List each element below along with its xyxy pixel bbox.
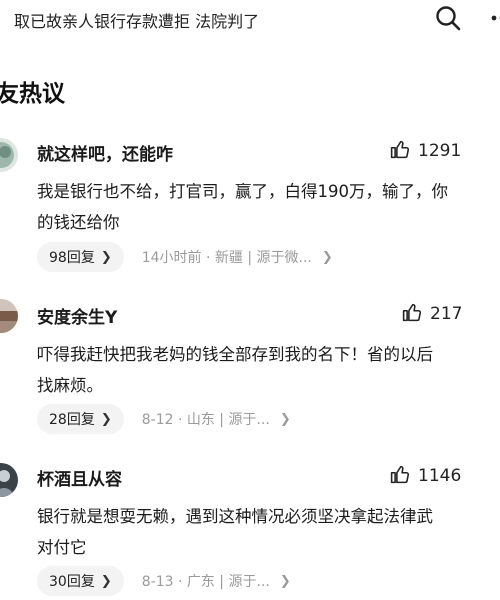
comment-text: 银行就是想耍无赖，遇到这种情况必须坚决拿起法律武 对付它 — [37, 501, 500, 563]
chevron-right-icon: ❯ — [100, 411, 112, 427]
like-count: 217 — [430, 304, 463, 324]
comment-author[interactable]: 杯酒且从容 — [37, 465, 122, 490]
reply-button[interactable]: 28回复 ❯ — [37, 404, 124, 434]
comment-text-line: 找麻烦。 — [37, 376, 103, 395]
thumbs-up-icon — [401, 302, 422, 327]
comment-text-line: 我是银行也不给，打官司，赢了，白得190万，输了，你 — [37, 182, 448, 201]
thumbs-up-icon — [389, 464, 410, 489]
comment-text-line: 对付它 — [37, 538, 87, 557]
comment-text-line: 吓得我赶快把我老妈的钱全部存到我的名下！省的以后 — [37, 345, 433, 364]
comment-meta-text[interactable]: 14小时前 · 新疆 | 源于微... — [142, 247, 312, 267]
comment-meta-text[interactable]: 8-12 · 山东 | 源于... — [142, 409, 270, 429]
like-count: 1291 — [418, 141, 462, 161]
chevron-right-icon: ❯ — [100, 573, 112, 589]
thumbs-up-icon — [389, 139, 410, 164]
chevron-right-icon[interactable]: ❯ — [322, 250, 333, 265]
like-button[interactable]: 1291 — [389, 140, 461, 162]
more-icon[interactable] — [484, 4, 500, 32]
chevron-right-icon[interactable]: ❯ — [280, 412, 291, 427]
comment-text: 吓得我赶快把我老妈的钱全部存到我的名下！省的以后 找麻烦。 — [37, 339, 500, 401]
article-title[interactable]: 取已故亲人银行存款遭拒 法院判了 — [14, 8, 259, 32]
reply-count: 98回复 — [49, 250, 95, 266]
reply-button[interactable]: 98回复 ❯ — [37, 242, 124, 272]
comment-meta: 30回复 ❯ 8-13 · 广东 | 源于... ❯ — [37, 566, 291, 596]
comment-meta: 28回复 ❯ 8-12 · 山东 | 源于... ❯ — [37, 404, 291, 434]
comment-author[interactable]: 就这样吧，还能咋 — [37, 140, 173, 165]
comment-text-line: 的钱还给你 — [37, 213, 120, 232]
comment-meta: 98回复 ❯ 14小时前 · 新疆 | 源于微... ❯ — [37, 242, 333, 272]
reply-button[interactable]: 30回复 ❯ — [37, 566, 124, 596]
avatar[interactable] — [0, 463, 18, 497]
avatar[interactable] — [0, 299, 18, 333]
chevron-right-icon[interactable]: ❯ — [280, 574, 291, 589]
comment-text: 我是银行也不给，打官司，赢了，白得190万，输了，你 的钱还给你 — [37, 176, 500, 238]
like-button[interactable]: 1146 — [389, 465, 461, 487]
chevron-right-icon: ❯ — [100, 249, 112, 265]
like-count: 1146 — [418, 466, 462, 486]
like-button[interactable]: 217 — [401, 303, 462, 325]
reply-count: 28回复 — [49, 412, 95, 428]
comment-author[interactable]: 安度余生Y — [37, 303, 117, 328]
comment-meta-text[interactable]: 8-13 · 广东 | 源于... — [142, 571, 270, 591]
reply-count: 30回复 — [49, 574, 95, 590]
top-bar: 取已故亲人银行存款遭拒 法院判了 — [0, 0, 500, 36]
section-title: 友热议 — [0, 81, 65, 107]
avatar[interactable] — [0, 138, 18, 172]
search-icon[interactable] — [434, 4, 462, 32]
comment-text-line: 银行就是想耍无赖，遇到这种情况必须坚决拿起法律武 — [37, 507, 433, 526]
